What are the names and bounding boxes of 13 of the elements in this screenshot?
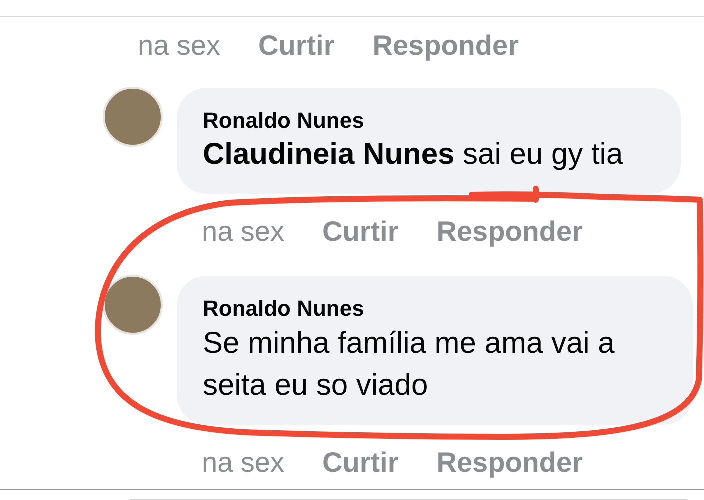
reply-link[interactable]: Responder: [372, 32, 519, 60]
like-link[interactable]: Curtir: [322, 218, 399, 246]
comment-text: Se minha família me ama vai a seita eu so viado: [203, 326, 616, 404]
reply-link[interactable]: Responder: [436, 218, 583, 246]
comment-text: Claudineia Nunes sai eu gy tia: [203, 137, 624, 174]
comment-author[interactable]: Ronaldo Nunes: [203, 108, 655, 134]
comment-time: na sex: [202, 448, 284, 477]
comment-time: na sex: [202, 218, 284, 246]
comment-author[interactable]: Ronaldo Nunes: [203, 296, 667, 323]
like-link[interactable]: Curtir: [258, 32, 335, 60]
reply-link[interactable]: Responder: [436, 448, 583, 477]
like-link[interactable]: Curtir: [322, 448, 399, 477]
comment-time: na sex: [138, 32, 220, 60]
